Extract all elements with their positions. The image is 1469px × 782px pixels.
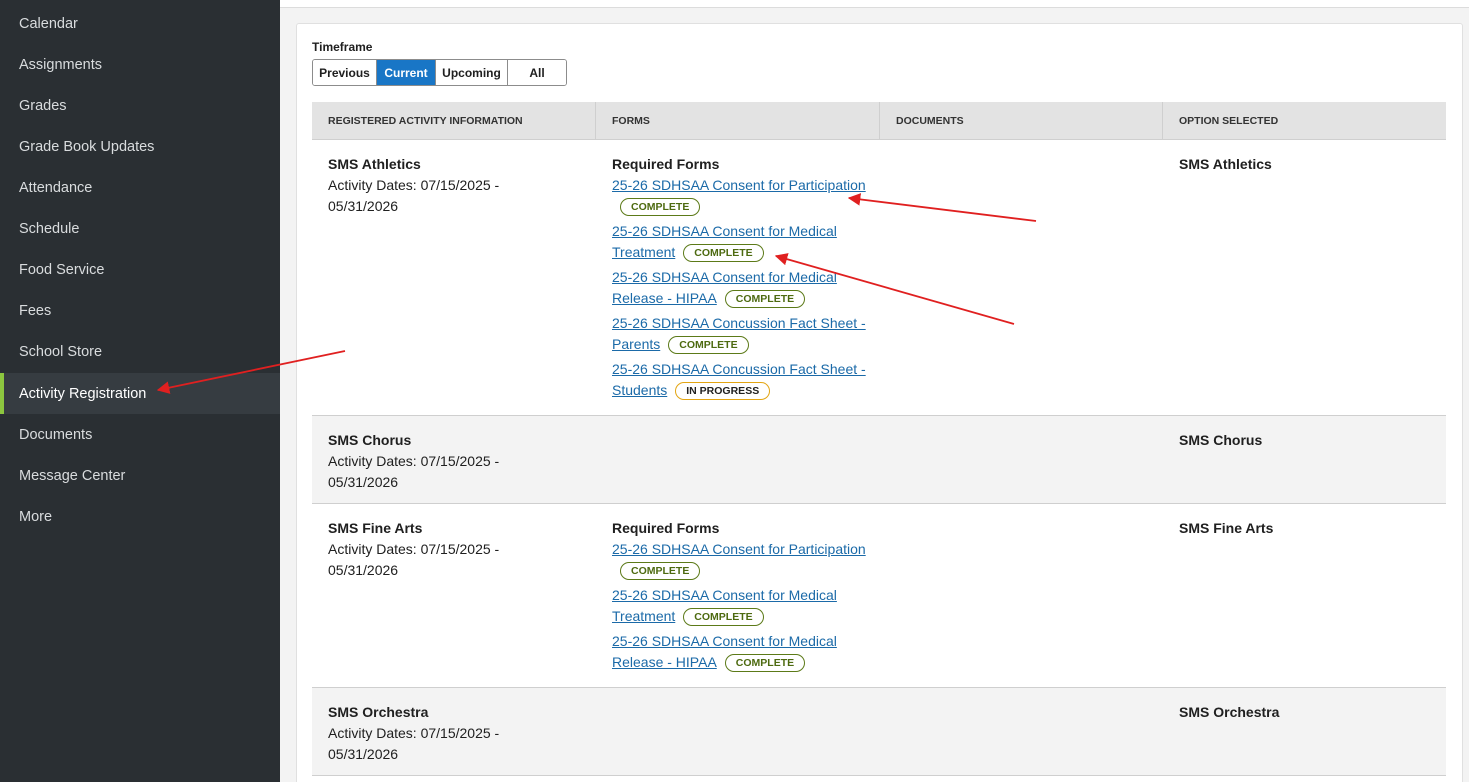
- sidebar-item-food-service[interactable]: Food Service: [0, 249, 280, 290]
- table-row: SMS Chorus Activity Dates: 07/15/2025 - …: [312, 416, 1446, 504]
- status-badge: COMPLETE: [620, 198, 701, 216]
- sidebar-item-attendance[interactable]: Attendance: [0, 167, 280, 208]
- timeframe-all-button[interactable]: All: [508, 60, 566, 85]
- activity-name: SMS Athletics: [328, 156, 421, 172]
- header-forms: FORMS: [596, 102, 880, 140]
- sidebar-item-schedule[interactable]: Schedule: [0, 208, 280, 249]
- table-row: SMS Fine Arts Activity Dates: 07/15/2025…: [312, 504, 1446, 688]
- timeframe-current-button[interactable]: Current: [377, 60, 436, 85]
- header-documents: DOCUMENTS: [880, 102, 1163, 140]
- sidebar-nav: Calendar Assignments Grades Grade Book U…: [0, 0, 280, 782]
- forms-cell: Required Forms 25-26 SDHSAA Consent for …: [612, 518, 872, 677]
- table-header: REGISTERED ACTIVITY INFORMATION FORMS DO…: [312, 102, 1446, 140]
- status-badge: COMPLETE: [683, 608, 764, 626]
- timeframe-toggle: Previous Current Upcoming All: [312, 59, 567, 86]
- status-badge: COMPLETE: [620, 562, 701, 580]
- required-forms-title: Required Forms: [612, 520, 720, 536]
- sidebar-item-calendar[interactable]: Calendar: [0, 3, 280, 44]
- activity-dates: Activity Dates: 07/15/2025 - 05/31/2026: [328, 177, 500, 214]
- option-selected: SMS Athletics: [1179, 156, 1272, 172]
- form-item: 25-26 SDHSAA Concussion Fact Sheet - Stu…: [612, 359, 872, 401]
- timeframe-upcoming-button[interactable]: Upcoming: [436, 60, 508, 85]
- activity-info: SMS Fine Arts Activity Dates: 07/15/2025…: [328, 518, 528, 581]
- activity-name: SMS Orchestra: [328, 704, 429, 720]
- forms-cell: Required Forms 25-26 SDHSAA Consent for …: [612, 154, 872, 405]
- required-forms-title: Required Forms: [612, 156, 720, 172]
- header-option-selected: OPTION SELECTED: [1179, 115, 1279, 127]
- table-row: SMS Athletics Activity Dates: 07/15/2025…: [312, 140, 1446, 416]
- sidebar-item-assignments[interactable]: Assignments: [0, 44, 280, 85]
- status-badge: COMPLETE: [724, 290, 806, 308]
- activity-dates: Activity Dates: 07/15/2025 - 05/31/2026: [328, 453, 500, 490]
- activity-dates: Activity Dates: 07/15/2025 - 05/31/2026: [328, 541, 500, 578]
- sidebar-item-message-center[interactable]: Message Center: [0, 455, 280, 496]
- form-link[interactable]: 25-26 SDHSAA Consent for Participation: [612, 177, 866, 193]
- form-item: 25-26 SDHSAA Consent for Participation CO…: [612, 175, 872, 217]
- status-badge: COMPLETE: [683, 244, 764, 262]
- sidebar-item-documents[interactable]: Documents: [0, 414, 280, 455]
- sidebar-item-fees[interactable]: Fees: [0, 290, 280, 331]
- form-item: 25-26 SDHSAA Consent for Medical Treatme…: [612, 221, 872, 263]
- top-bar: [280, 0, 1469, 8]
- timeframe-label: Timeframe: [312, 40, 373, 54]
- sidebar-item-school-store[interactable]: School Store: [0, 331, 280, 372]
- sidebar-item-grade-book-updates[interactable]: Grade Book Updates: [0, 126, 280, 167]
- table-row: SMS Orchestra Activity Dates: 07/15/2025…: [312, 688, 1446, 776]
- sidebar-item-more[interactable]: More: [0, 496, 280, 537]
- status-badge: COMPLETE: [668, 336, 749, 354]
- option-selected: SMS Fine Arts: [1179, 520, 1274, 536]
- form-item: 25-26 SDHSAA Concussion Fact Sheet - Par…: [612, 313, 872, 355]
- option-selected: SMS Chorus: [1179, 432, 1263, 448]
- sidebar-item-activity-registration[interactable]: Activity Registration: [0, 373, 280, 414]
- form-item: 25-26 SDHSAA Consent for Medical Treatme…: [612, 585, 872, 627]
- form-item: 25-26 SDHSAA Consent for Medical Release…: [612, 631, 872, 673]
- header-activity-info: REGISTERED ACTIVITY INFORMATION: [312, 102, 596, 140]
- activity-name: SMS Chorus: [328, 432, 412, 448]
- activity-name: SMS Fine Arts: [328, 520, 423, 536]
- activity-info: SMS Orchestra Activity Dates: 07/15/2025…: [328, 702, 528, 765]
- form-item: 25-26 SDHSAA Consent for Participation CO…: [612, 539, 872, 581]
- activity-info: SMS Chorus Activity Dates: 07/15/2025 - …: [328, 430, 528, 493]
- form-item: 25-26 SDHSAA Consent for Medical Release…: [612, 267, 872, 309]
- timeframe-previous-button[interactable]: Previous: [313, 60, 377, 85]
- form-link[interactable]: 25-26 SDHSAA Consent for Participation: [612, 541, 866, 557]
- activity-info: SMS Athletics Activity Dates: 07/15/2025…: [328, 154, 528, 217]
- activity-dates: Activity Dates: 07/15/2025 - 05/31/2026: [328, 725, 500, 762]
- status-badge: COMPLETE: [724, 654, 806, 672]
- sidebar-item-grades[interactable]: Grades: [0, 85, 280, 126]
- option-selected: SMS Orchestra: [1179, 704, 1280, 720]
- status-badge: IN PROGRESS: [675, 382, 771, 400]
